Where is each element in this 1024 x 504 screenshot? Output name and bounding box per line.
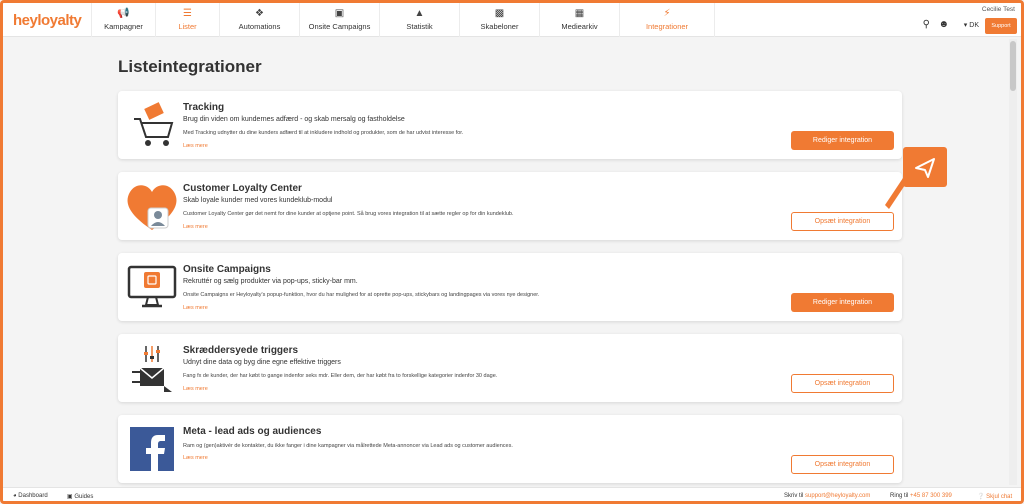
templates-icon: ▩ <box>494 8 505 19</box>
automations-icon: ❖ <box>255 8 264 19</box>
nav-label: Mediearkiv <box>561 22 598 31</box>
nav-label: Integrationer <box>645 22 689 31</box>
integration-card-onsite-campaigns: Onsite Campaigns Rekruttér og sælg produ… <box>118 253 902 321</box>
nav-mediearkiv[interactable]: ▦ Mediearkiv <box>539 3 619 37</box>
nav-lister[interactable]: ☰ Lister <box>155 3 219 37</box>
hide-chat-button[interactable]: ❔ Skjul chat <box>977 493 1012 500</box>
nav-label: Onsite Campaigns <box>308 22 371 31</box>
card-description: Fang fx de kunder, der har købt to gange… <box>183 373 498 379</box>
read-more-link[interactable]: Læs mere <box>183 455 208 461</box>
page-title: Listeintegrationer <box>118 57 262 76</box>
setup-integration-button[interactable]: Opsæt integration <box>791 212 894 231</box>
card-title: Onsite Campaigns <box>183 264 271 275</box>
mail-prefix: Skriv til <box>784 493 804 499</box>
integration-card-customer-loyalty-center: Customer Loyalty Center Skab loyale kund… <box>118 172 902 240</box>
nav-label: Statistik <box>406 22 433 31</box>
card-subtitle: Skab loyale kunder med vores kundeklub-m… <box>183 197 333 204</box>
integration-card-meta: Meta - lead ads og audiences Ram og (gen… <box>118 415 902 483</box>
scrollbar[interactable] <box>1009 39 1017 485</box>
card-subtitle: Rekruttér og sælg produkter via pop-ups,… <box>183 278 358 285</box>
support-email-link[interactable]: support@heyloyalty.com <box>805 493 870 499</box>
top-navigation: heyloyalty 📢 Kampagner ☰ Lister ❖ Automa… <box>3 3 1021 37</box>
phone-prefix: Ring til <box>890 493 909 499</box>
card-description: Onsite Campaigns er Heyloyalty's popup-f… <box>183 292 540 298</box>
support-mail: Skriv til support@heyloyalty.com <box>784 493 870 499</box>
scrollbar-thumb[interactable] <box>1010 41 1016 91</box>
user-name: Cecilie Test <box>981 6 1015 13</box>
statistics-icon: ▲ <box>414 8 425 19</box>
main-nav: 📢 Kampagner ☰ Lister ❖ Automations ▣ Ons… <box>91 3 715 37</box>
card-description: Med Tracking udnytter du dine kunders ad… <box>183 130 464 136</box>
user-settings-icon[interactable]: ☻ <box>938 19 949 30</box>
card-title: Customer Loyalty Center <box>183 183 302 194</box>
read-more-link[interactable]: Læs mere <box>183 386 208 392</box>
heart-user-icon <box>127 185 177 230</box>
edit-integration-button[interactable]: Rediger integration <box>791 131 894 150</box>
dashboard-label: Dashboard <box>18 493 48 499</box>
card-description: Ram og (gen)aktivér de kontakter, du ikk… <box>183 443 513 449</box>
edit-integration-button[interactable]: Rediger integration <box>791 293 894 312</box>
search-icon[interactable]: ⚲ <box>923 19 930 30</box>
app-frame: heyloyalty 📢 Kampagner ☰ Lister ❖ Automa… <box>0 0 1024 504</box>
send-callout <box>903 147 947 187</box>
triggers-envelope-icon <box>132 346 172 392</box>
read-more-link[interactable]: Læs mere <box>183 143 208 149</box>
dashboard-link[interactable]: ◕ Dashboard <box>13 493 48 499</box>
card-subtitle: Brug din viden om kundernes adfærd - og … <box>183 116 405 123</box>
card-title: Tracking <box>183 102 225 113</box>
facebook-icon <box>130 427 174 471</box>
list-icon: ☰ <box>183 8 192 19</box>
monitor-icon <box>127 265 177 308</box>
card-title: Skræddersyede triggers <box>183 345 299 356</box>
card-title: Meta - lead ads og audiences <box>183 426 322 437</box>
language-label: DK <box>969 22 979 29</box>
nav-kampagner[interactable]: 📢 Kampagner <box>91 3 155 37</box>
integration-card-tracking: Tracking Brug din viden om kundernes adf… <box>118 91 902 159</box>
hide-chat-label: Skjul chat <box>986 494 1013 500</box>
nav-automations[interactable]: ❖ Automations <box>219 3 299 37</box>
shopping-cart-icon <box>134 102 174 146</box>
setup-integration-button[interactable]: Opsæt integration <box>791 455 894 474</box>
nav-onsite-campaigns[interactable]: ▣ Onsite Campaigns <box>299 3 379 37</box>
integrations-icon: ⚡ <box>663 8 671 19</box>
support-phone: Ring til +45 87 300 399 <box>890 493 952 499</box>
nav-skabeloner[interactable]: ▩ Skabeloner <box>459 3 539 37</box>
guides-link[interactable]: ▣ Guides <box>67 493 93 500</box>
nav-integrationer[interactable]: ⚡ Integrationer <box>619 3 715 37</box>
megaphone-icon: 📢 <box>117 8 130 19</box>
read-more-link[interactable]: Læs mere <box>183 224 208 230</box>
language-selector[interactable]: ▾ DK <box>964 21 979 29</box>
footer: ◕ Dashboard ▣ Guides Skriv til support@h… <box>3 487 1021 501</box>
guides-label: Guides <box>74 494 94 500</box>
onsite-icon: ▣ <box>334 8 345 19</box>
card-subtitle: Udnyt dine data og byg dine egne effekti… <box>183 359 341 366</box>
nav-label: Skabeloner <box>480 22 519 31</box>
nav-label: Kampagner <box>104 22 143 31</box>
support-phone-link[interactable]: +45 87 300 399 <box>910 493 952 499</box>
support-button[interactable]: Support <box>985 18 1017 34</box>
callout-arrow <box>885 175 909 209</box>
media-icon: ▦ <box>574 8 585 19</box>
card-description: Customer Loyalty Center gør det nemt for… <box>183 211 514 217</box>
nav-statistik[interactable]: ▲ Statistik <box>379 3 459 37</box>
integration-card-custom-triggers: Skræddersyede triggers Udnyt dine data o… <box>118 334 902 402</box>
paper-plane-icon <box>915 158 935 178</box>
setup-integration-button[interactable]: Opsæt integration <box>791 374 894 393</box>
read-more-link[interactable]: Læs mere <box>183 305 208 311</box>
heyloyalty-logo[interactable]: heyloyalty <box>13 12 82 29</box>
nav-label: Lister <box>178 22 197 31</box>
nav-label: Automations <box>238 22 281 31</box>
